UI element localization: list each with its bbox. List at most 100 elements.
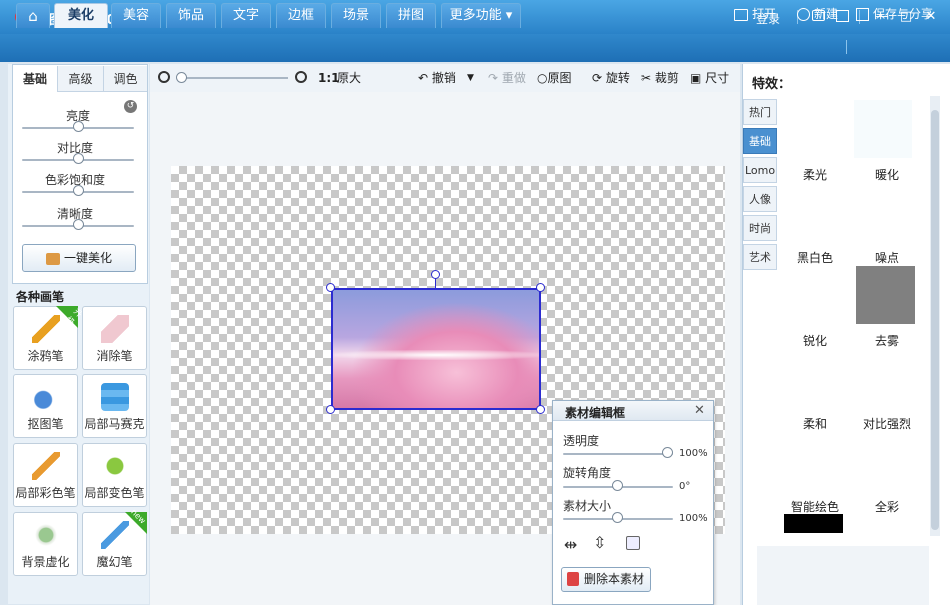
effects-tab-hot[interactable]: 热门: [743, 99, 777, 125]
effects-tab-lomo[interactable]: Lomo: [743, 157, 777, 183]
effect-thumb-warm[interactable]: [854, 100, 912, 158]
undo-button[interactable]: ↶ 撤销: [418, 70, 456, 86]
effect-thumb-smart-color[interactable]: [784, 514, 843, 533]
effects-title: 特效：: [752, 77, 792, 92]
circle-icon: ○: [537, 71, 548, 85]
undo-icon: ↶: [418, 71, 432, 85]
eraser-icon: [101, 315, 129, 343]
magic-pen-button[interactable]: new 魔幻笔: [82, 507, 148, 576]
effect-smart-color[interactable]: 智能绘色: [780, 498, 850, 515]
effects-scrollbar-thumb[interactable]: [931, 110, 939, 530]
effect-soft[interactable]: 柔和: [780, 415, 850, 432]
one-key-label: 一键美化: [63, 251, 112, 265]
opacity-value: 100%: [679, 448, 708, 459]
resize-handle-top-right[interactable]: [536, 283, 545, 292]
tab-beautify[interactable]: 美化: [54, 3, 108, 28]
one-key-beautify-button[interactable]: 一键美化: [22, 244, 136, 272]
effects-tab-art[interactable]: 艺术: [743, 244, 777, 270]
effect-soft-light[interactable]: 柔光: [780, 166, 850, 183]
effect-high-contrast[interactable]: 对比强烈: [852, 415, 922, 432]
zoom-slider[interactable]: [180, 77, 288, 79]
tab-accessories[interactable]: 饰品: [166, 3, 216, 28]
open-label: 打开: [752, 7, 777, 21]
effects-tab-portrait[interactable]: 人像: [743, 186, 777, 212]
undo-dropdown-icon[interactable]: ▼: [467, 70, 474, 86]
material-image[interactable]: [331, 288, 541, 410]
zoom-in-icon[interactable]: [295, 71, 307, 83]
new-button[interactable]: 新建: [797, 5, 838, 23]
plus-circle-icon: [797, 8, 810, 21]
recolor-pen-button[interactable]: 局部变色笔: [82, 443, 147, 507]
subtab-basic[interactable]: 基础: [13, 66, 57, 92]
tab-cosmetic[interactable]: 美容: [111, 3, 161, 28]
zoom-knob[interactable]: [176, 72, 187, 83]
rotation-knob[interactable]: [612, 480, 623, 491]
editor-close-icon[interactable]: ✕: [694, 403, 705, 418]
cutout-pen-icon: [32, 383, 60, 411]
rotation-label: 旋转角度: [563, 466, 612, 480]
redo-button[interactable]: ↷ 重做: [488, 70, 526, 86]
subtab-color[interactable]: 调色: [103, 66, 147, 92]
rotation-value: 0°: [679, 481, 691, 492]
home-icon[interactable]: ⌂: [16, 3, 50, 28]
original-image-label: 原图: [547, 71, 572, 85]
zoom-out-icon[interactable]: [158, 71, 170, 83]
cutout-pen-button[interactable]: 抠图笔: [13, 374, 78, 438]
tab-more-features[interactable]: 更多功能 ▾: [441, 3, 521, 28]
magic-pen-label: 魔幻笔: [96, 555, 133, 569]
opacity-slider[interactable]: [563, 453, 673, 455]
mosaic-button[interactable]: 局部马赛克: [82, 374, 147, 438]
background-blur-button[interactable]: 背景虚化: [13, 512, 78, 576]
effect-full-color[interactable]: 全彩: [852, 498, 922, 515]
undo-label: 撤销: [431, 71, 456, 85]
contrast-knob[interactable]: [73, 153, 84, 164]
effect-sharpen[interactable]: 锐化: [780, 332, 850, 349]
original-image-button[interactable]: ○原图: [537, 70, 572, 86]
tab-collage[interactable]: 拼图: [386, 3, 436, 28]
flip-vertical-icon[interactable]: ⇳: [593, 533, 606, 552]
folder-icon: [734, 8, 748, 21]
sharpness-knob[interactable]: [73, 219, 84, 230]
subtab-advanced[interactable]: 高级: [57, 66, 103, 92]
copy-material-icon[interactable]: [626, 536, 640, 550]
tab-scene[interactable]: 场景: [331, 3, 381, 28]
effects-tab-basic[interactable]: 基础: [743, 128, 777, 154]
new-badge: new: [125, 507, 148, 534]
eraser-pen-button[interactable]: 消除笔: [82, 306, 147, 370]
size-knob[interactable]: [612, 512, 623, 523]
graffiti-pen-button[interactable]: 升级 涂鸦笔: [13, 306, 84, 370]
brightness-knob[interactable]: [73, 121, 84, 132]
resize-handle-top-left[interactable]: [326, 283, 335, 292]
effect-thumb-dehaze[interactable]: [856, 266, 915, 324]
rotate-handle[interactable]: [431, 270, 440, 279]
size-value: 100%: [679, 513, 708, 524]
original-size-button[interactable]: 原大: [337, 70, 361, 86]
save-icon: [856, 8, 869, 21]
brushes-section-title: 各种画笔: [16, 290, 65, 304]
graffiti-pen-label: 涂鸦笔: [27, 349, 64, 363]
resize-label: 尺寸: [705, 71, 730, 85]
effect-dehaze[interactable]: 去雾: [852, 332, 922, 349]
rotate-button[interactable]: ⟳ 旋转: [592, 70, 630, 86]
tab-text[interactable]: 文字: [221, 3, 271, 28]
resize-button[interactable]: ▣ 尺寸: [690, 70, 729, 86]
trash-icon: [567, 572, 579, 586]
resize-handle-bottom-left[interactable]: [326, 405, 335, 414]
resize-handle-bottom-right[interactable]: [536, 405, 545, 414]
saturation-knob[interactable]: [73, 185, 84, 196]
scissors-icon: ✂: [641, 71, 655, 85]
background-blur-label: 背景虚化: [21, 555, 70, 569]
crop-button[interactable]: ✂ 裁剪: [641, 70, 679, 86]
effects-tab-fashion[interactable]: 时尚: [743, 215, 777, 241]
effect-black-white[interactable]: 黑白色: [780, 249, 850, 266]
size-label: 素材大小: [563, 499, 612, 513]
tab-border[interactable]: 边框: [276, 3, 326, 28]
open-button[interactable]: 打开: [734, 5, 776, 23]
partial-color-pen-button[interactable]: 局部彩色笔: [13, 443, 78, 507]
effect-warm[interactable]: 暖化: [852, 166, 922, 183]
effect-noise[interactable]: 噪点: [852, 249, 922, 266]
flip-horizontal-icon[interactable]: ⇹: [564, 535, 577, 554]
partial-color-pen-label: 局部彩色笔: [15, 486, 76, 500]
save-share-button[interactable]: 保存与分享: [856, 5, 933, 23]
opacity-knob[interactable]: [662, 447, 673, 458]
